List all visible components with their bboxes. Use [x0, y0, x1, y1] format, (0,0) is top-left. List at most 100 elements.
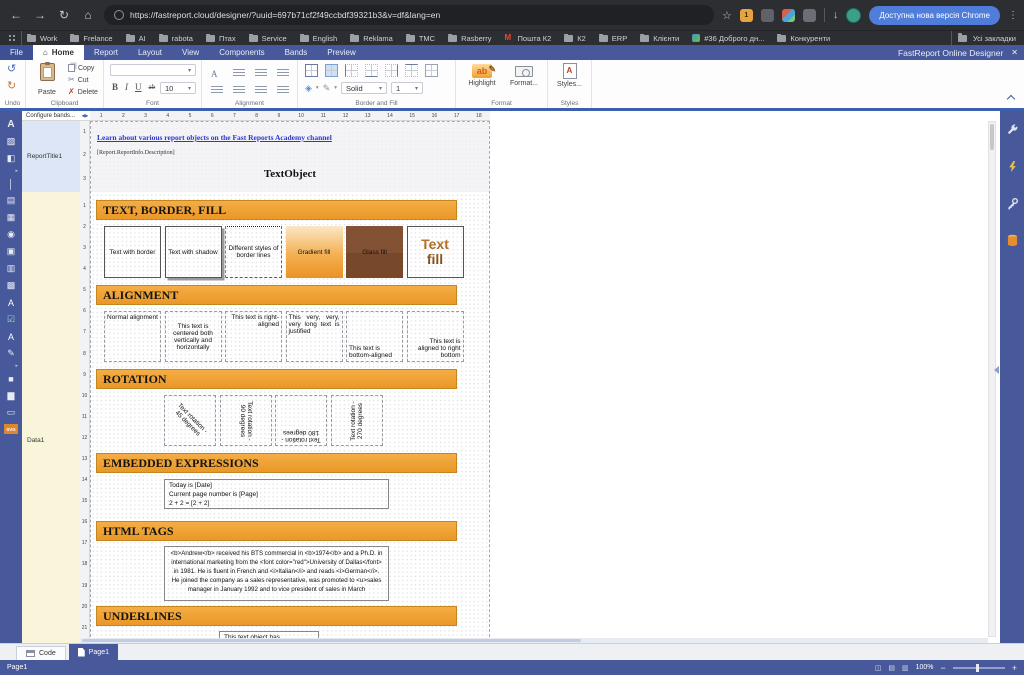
object-tool-icon[interactable]: ◧: [0, 150, 22, 167]
text-object[interactable]: Text fill: [407, 226, 464, 278]
section-header-rotation[interactable]: ROTATION: [96, 369, 457, 389]
text-object[interactable]: This text is right-aligned: [225, 311, 282, 362]
collapse-ribbon-icon[interactable]: [1007, 95, 1015, 103]
profile-avatar[interactable]: [846, 8, 861, 23]
text-object[interactable]: Glass fill: [346, 226, 403, 278]
home-icon[interactable]: ⌂: [80, 8, 96, 22]
text-object[interactable]: Different styles of border lines: [225, 226, 282, 278]
object-tool-icon[interactable]: ▆: [0, 387, 22, 404]
border-bottom-button[interactable]: [365, 64, 378, 77]
bookmark-item[interactable]: Конкуренти: [777, 34, 830, 43]
band-data[interactable]: Data1: [22, 192, 80, 643]
bookmark-item[interactable]: English: [300, 34, 338, 43]
band-report-title[interactable]: ReportTitle1: [22, 121, 80, 192]
align-left-button[interactable]: [233, 69, 245, 78]
extension-icon-3[interactable]: [782, 9, 795, 22]
bookmark-star-icon[interactable]: ☆: [722, 9, 732, 22]
line-width-select[interactable]: 1▾: [391, 82, 423, 94]
text-object[interactable]: Text rotation - 45 degrees: [164, 395, 216, 446]
tab-components[interactable]: Components: [209, 45, 274, 60]
border-right-button[interactable]: [385, 64, 398, 77]
object-tool-icon[interactable]: ▸: [0, 362, 22, 370]
events-bolt-icon[interactable]: [1006, 160, 1019, 173]
line-color-icon[interactable]: ✎: [323, 83, 331, 94]
url-bar[interactable]: https://fastreport.cloud/designer/?uuid=…: [104, 5, 714, 25]
paste-button[interactable]: Paste: [34, 63, 60, 99]
text-object[interactable]: This text is centered both vertically an…: [165, 311, 222, 362]
undo-icon[interactable]: ↺: [7, 62, 16, 75]
object-tool-icon[interactable]: ▤: [0, 192, 22, 209]
tab-file[interactable]: File: [0, 45, 33, 60]
object-tool-icon[interactable]: A: [0, 294, 22, 311]
bookmark-item[interactable]: Reklama: [350, 34, 393, 43]
object-tool-icon[interactable]: ✎: [0, 345, 22, 362]
align-top-button[interactable]: [211, 86, 223, 95]
text-object[interactable]: Text rotation - 180 degrees: [275, 395, 327, 446]
zoom-out-button[interactable]: −: [940, 663, 945, 673]
bookmark-item[interactable]: rabota: [159, 34, 193, 43]
line-style-select[interactable]: Solid▾: [341, 82, 387, 94]
academy-link[interactable]: Learn about various report objects on th…: [97, 133, 332, 142]
bookmark-item[interactable]: TMC: [406, 34, 435, 43]
object-tool-icon[interactable]: ▩: [0, 277, 22, 294]
object-tool-icon[interactable]: ▦: [0, 209, 22, 226]
text-object[interactable]: Normal alignment: [104, 311, 161, 362]
border-custom-button[interactable]: [425, 64, 438, 77]
object-tool-icon[interactable]: ■: [0, 370, 22, 387]
text-object[interactable]: This very, very, very long text is justi…: [286, 311, 343, 362]
tab-code[interactable]: Code: [16, 646, 66, 660]
object-tool-icon[interactable]: ▨: [0, 133, 22, 150]
tab-view[interactable]: View: [172, 45, 209, 60]
bookmark-item[interactable]: AI: [126, 34, 146, 43]
bookmark-item[interactable]: Work: [27, 34, 57, 43]
scrollbar-thumb[interactable]: [990, 124, 994, 150]
view-mode-3-icon[interactable]: ▥: [902, 664, 909, 672]
border-all-button[interactable]: [305, 64, 318, 77]
object-tool-icon[interactable]: A: [0, 328, 22, 345]
bookmark-item[interactable]: Клієнти: [640, 34, 679, 43]
copy-button[interactable]: Copy: [68, 63, 98, 73]
report-title-text[interactable]: TextObject: [91, 168, 489, 180]
object-tool-icon[interactable]: ▣: [0, 243, 22, 260]
bookmark-item[interactable]: #36 Доброго дн...: [692, 34, 764, 43]
italic-button[interactable]: I: [125, 82, 128, 92]
text-object[interactable]: Text with shadow: [165, 226, 222, 278]
report-description-expression[interactable]: [Report.ReportInfo.Description]: [97, 150, 175, 156]
close-designer-icon[interactable]: ✕: [1011, 48, 1018, 57]
object-tool-icon[interactable]: SVG: [0, 421, 22, 437]
section-header-underlines[interactable]: UNDERLINES: [96, 606, 457, 626]
section-header-html-tags[interactable]: HTML TAGS: [96, 521, 457, 541]
justify-button[interactable]: [277, 86, 289, 95]
view-mode-1-icon[interactable]: ◫: [875, 664, 882, 672]
bookmark-item[interactable]: Rasberry: [448, 34, 491, 43]
border-left-button[interactable]: [345, 64, 358, 77]
section-header-embedded-expressions[interactable]: EMBEDDED EXPRESSIONS: [96, 453, 457, 473]
data-source-icon[interactable]: [1006, 234, 1019, 247]
bookmark-item[interactable]: К2: [564, 34, 586, 43]
collapse-panel-icon[interactable]: [994, 366, 999, 374]
expressions-text-object[interactable]: Today is [Date]Current page number is [P…: [164, 479, 389, 509]
text-object[interactable]: Text with border: [104, 226, 161, 278]
align-middle-button[interactable]: [233, 86, 245, 95]
object-tool-icon[interactable]: A: [0, 116, 22, 133]
text-object[interactable]: Text rotation - 90 degrees: [220, 395, 272, 446]
highlight-button[interactable]: ab Highlight: [462, 64, 502, 87]
apps-grid-icon[interactable]: [8, 34, 16, 42]
text-object[interactable]: Text rotation - 270 degrees: [331, 395, 383, 446]
back-icon[interactable]: ←: [8, 8, 24, 22]
band-scroll-arrows[interactable]: ◀▶: [80, 111, 90, 121]
reload-icon[interactable]: ↻: [56, 8, 72, 22]
bookmark-item[interactable]: ERP: [599, 34, 627, 43]
downloads-icon[interactable]: ↓: [833, 9, 839, 21]
chevron-down-icon[interactable]: ▾: [316, 85, 319, 91]
zoom-slider[interactable]: [953, 667, 1005, 669]
forward-icon[interactable]: →: [32, 8, 48, 22]
view-mode-2-icon[interactable]: ▤: [888, 664, 895, 672]
section-header-text-border-fill[interactable]: TEXT, BORDER, FILL: [96, 200, 457, 220]
object-tool-icon[interactable]: │: [0, 175, 22, 192]
tab-layout[interactable]: Layout: [128, 45, 172, 60]
align-right-button[interactable]: [277, 69, 289, 78]
vertical-scrollbar[interactable]: [988, 121, 996, 637]
fill-color-icon[interactable]: ◈: [305, 83, 312, 94]
bold-button[interactable]: B: [112, 82, 118, 92]
